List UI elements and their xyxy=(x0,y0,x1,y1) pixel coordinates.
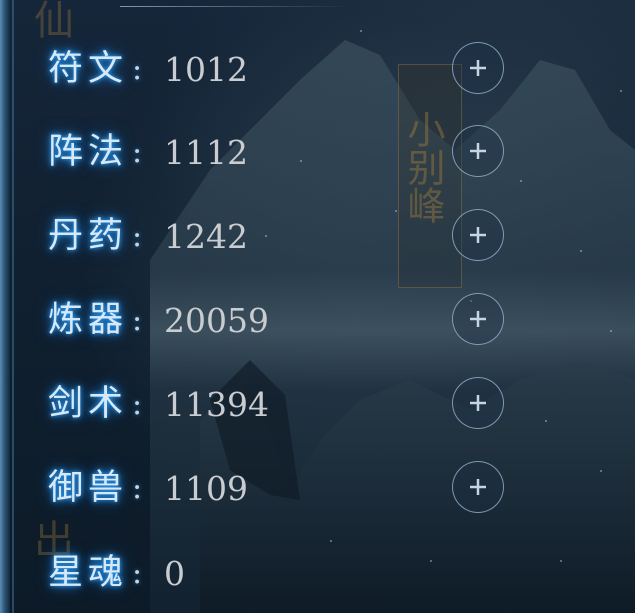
add-zhenfa-button[interactable] xyxy=(452,125,504,177)
stat-row-yushou: 御兽 : 1109 xyxy=(48,461,568,513)
stat-separator: : xyxy=(132,556,143,591)
stat-label: 御兽 xyxy=(48,468,129,508)
stat-row-danyao: 丹药 : 1242 xyxy=(48,209,568,261)
add-lianqi-button[interactable] xyxy=(452,293,504,345)
stat-value: 1112 xyxy=(164,133,248,172)
stat-separator: : xyxy=(132,387,143,422)
stat-label: 阵法 xyxy=(48,132,129,172)
stat-label: 炼器 xyxy=(48,300,129,340)
stat-label: 星魂 xyxy=(48,553,129,593)
panel-left-inner-line xyxy=(12,0,14,613)
faded-banner-text-top: 仙 xyxy=(34,0,74,44)
plus-icon xyxy=(470,479,486,495)
add-danyao-button[interactable] xyxy=(452,209,504,261)
add-fuwen-button[interactable] xyxy=(452,42,504,94)
stats-panel: 小别峰 仙 出 符文 : 1012 阵法 : 1112 丹药 : 1242 炼器… xyxy=(0,0,635,613)
stat-separator: : xyxy=(132,303,143,338)
top-divider xyxy=(120,6,350,7)
stat-row-lianqi: 炼器 : 20059 xyxy=(48,293,568,345)
add-yushou-button[interactable] xyxy=(452,461,504,513)
stat-label: 剑术 xyxy=(48,384,129,424)
panel-left-border xyxy=(0,0,10,613)
stat-label: 符文 xyxy=(48,49,129,89)
stat-row-zhenfa: 阵法 : 1112 xyxy=(48,125,568,177)
plus-icon xyxy=(470,60,486,76)
stat-separator: : xyxy=(132,135,143,170)
stat-value: 1109 xyxy=(164,469,248,508)
stat-label: 丹药 xyxy=(48,216,129,256)
stat-separator: : xyxy=(132,471,143,506)
stat-separator: : xyxy=(132,52,143,87)
add-jianshu-button[interactable] xyxy=(452,377,504,429)
plus-icon xyxy=(470,311,486,327)
stat-value: 1242 xyxy=(164,217,248,256)
stat-value: 11394 xyxy=(164,385,269,424)
stat-value: 1012 xyxy=(164,50,248,89)
stat-separator: : xyxy=(132,219,143,254)
stat-value: 20059 xyxy=(164,301,269,340)
stat-row-jianshu: 剑术 : 11394 xyxy=(48,377,568,429)
plus-icon xyxy=(470,227,486,243)
plus-icon xyxy=(470,395,486,411)
stat-row-fuwen: 符文 : 1012 xyxy=(48,42,568,94)
stat-row-xinghun: 星魂 : 0 xyxy=(48,548,568,598)
stat-value: 0 xyxy=(164,554,185,593)
plus-icon xyxy=(470,143,486,159)
